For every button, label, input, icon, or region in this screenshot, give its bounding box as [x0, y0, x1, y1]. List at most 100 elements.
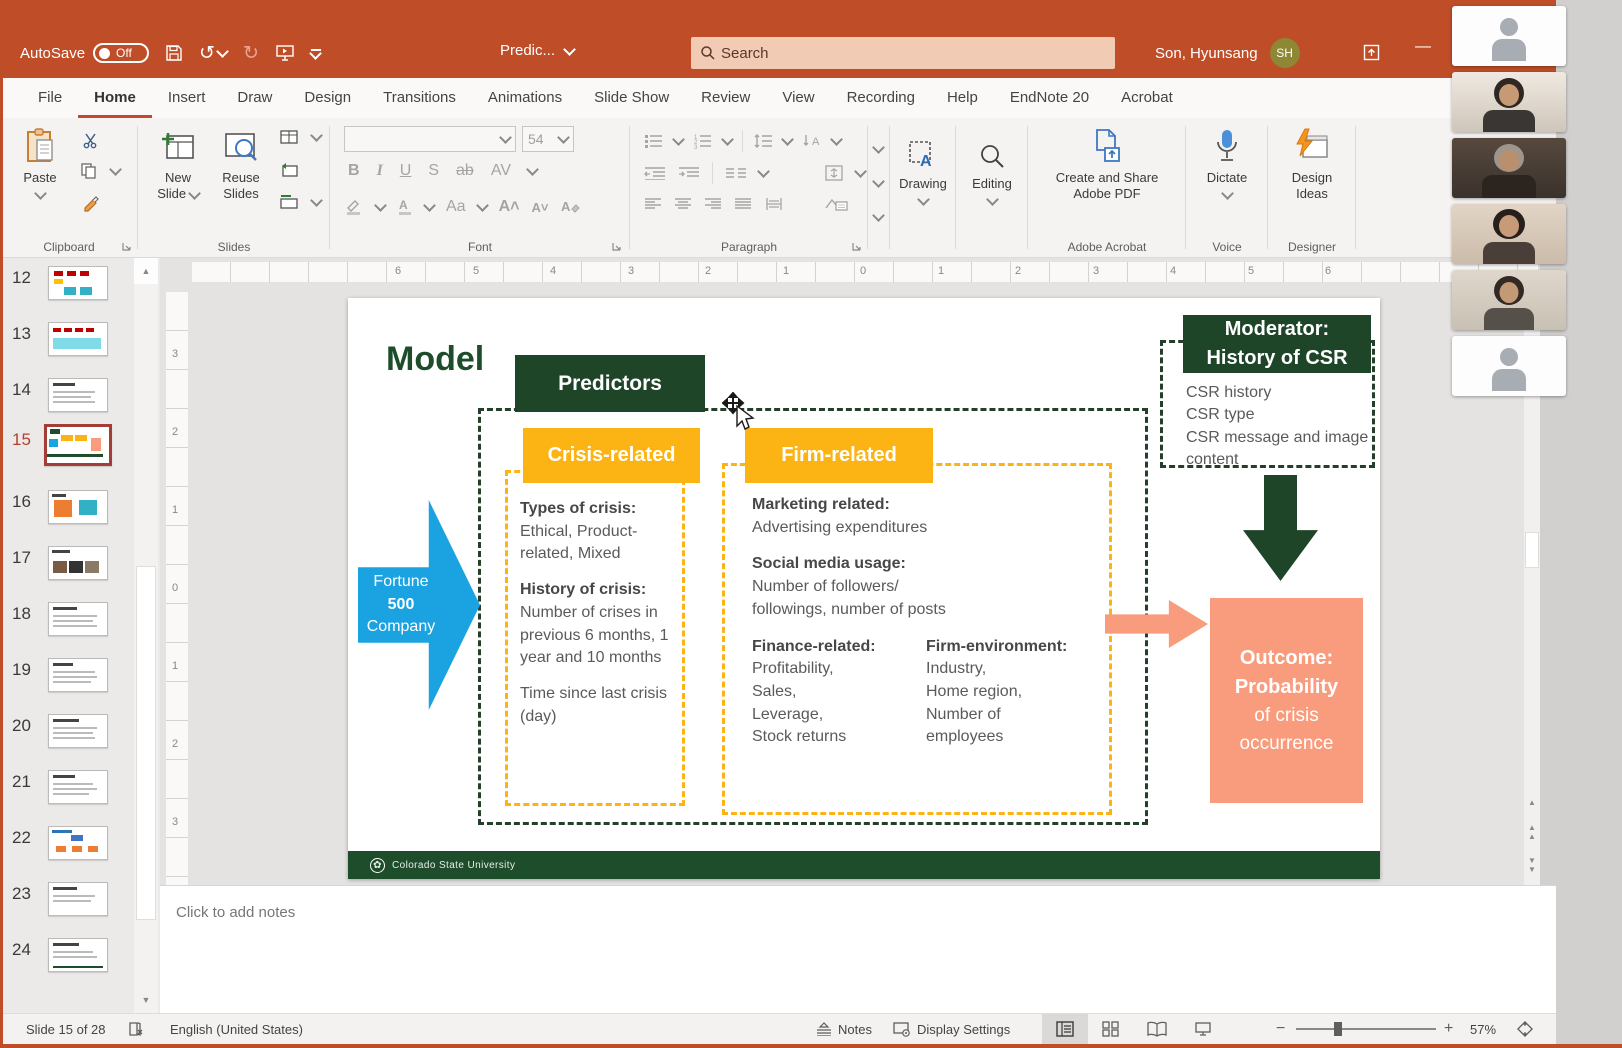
- zoom-slider[interactable]: [1296, 1014, 1436, 1044]
- italic-button[interactable]: I: [377, 162, 383, 180]
- avatar[interactable]: SH: [1270, 38, 1300, 68]
- slide-counter[interactable]: Slide 15 of 28: [26, 1014, 106, 1044]
- previous-slide-button[interactable]: ▲: [1524, 798, 1540, 807]
- distribute-columns-button[interactable]: [764, 196, 784, 212]
- slide-thumbnail[interactable]: [48, 602, 108, 636]
- scroll-down-button[interactable]: ▼: [134, 987, 158, 1013]
- participant-tile-video[interactable]: [1452, 270, 1566, 330]
- customize-qat-button[interactable]: [311, 49, 321, 58]
- bold-button[interactable]: B: [348, 162, 360, 180]
- language-status[interactable]: English (United States): [170, 1014, 303, 1044]
- tab-design[interactable]: Design: [288, 78, 367, 118]
- tab-draw[interactable]: Draw: [221, 78, 288, 118]
- canvas-scrollbar-thumb[interactable]: [1525, 532, 1539, 568]
- participant-tile-video[interactable]: [1452, 138, 1566, 198]
- slide-layout-button[interactable]: [280, 130, 321, 144]
- slide-thumbnail[interactable]: [48, 826, 108, 860]
- slide-thumbnail[interactable]: [48, 658, 108, 692]
- slide-15-canvas[interactable]: Model Predictors Crisis-related Types of…: [348, 298, 1380, 879]
- reset-slide-button[interactable]: [280, 162, 298, 178]
- tab-view[interactable]: View: [766, 78, 830, 118]
- display-settings-button[interactable]: Display Settings: [893, 1014, 1010, 1044]
- redo-button[interactable]: ↻: [243, 44, 259, 63]
- clear-formatting-button[interactable]: A: [560, 199, 580, 215]
- section-button[interactable]: [280, 194, 321, 209]
- line-spacing-button[interactable]: [753, 133, 773, 149]
- justify-button[interactable]: [734, 197, 752, 211]
- zoom-in-button[interactable]: +: [1444, 1014, 1453, 1044]
- chevron-down-icon[interactable]: [872, 175, 885, 188]
- double-chevron-up-icon[interactable]: ▲▲: [1524, 823, 1540, 841]
- zoom-out-button[interactable]: −: [1276, 1014, 1285, 1044]
- strikethrough-button[interactable]: ab: [456, 162, 474, 180]
- numbering-button[interactable]: 123: [693, 133, 713, 149]
- drawing-button[interactable]: A Drawing: [894, 132, 952, 209]
- minimize-button[interactable]: —: [1415, 38, 1431, 56]
- notes-pane[interactable]: Click to add notes: [160, 885, 1556, 1013]
- search-input[interactable]: Search: [691, 37, 1115, 69]
- save-button[interactable]: [165, 44, 183, 62]
- tab-slide-show[interactable]: Slide Show: [578, 78, 685, 118]
- font-color-button[interactable]: A: [397, 198, 413, 216]
- clipboard-dialog-launcher[interactable]: [122, 242, 132, 252]
- participant-tile-camera-off[interactable]: [1452, 336, 1566, 396]
- font-name-combo[interactable]: [344, 126, 516, 152]
- autosave-toggle[interactable]: AutoSave Off: [20, 43, 149, 63]
- align-center-button[interactable]: [674, 197, 692, 211]
- change-case-button[interactable]: Aa: [446, 198, 466, 216]
- slide-thumbnail[interactable]: [48, 546, 108, 580]
- crisis-header-box[interactable]: Crisis-related: [523, 428, 700, 483]
- thumbnail-scrollbar[interactable]: ▲ ▼: [134, 258, 158, 1013]
- slide-title[interactable]: Model: [386, 340, 484, 379]
- account-area[interactable]: Son, Hyunsang SH: [1155, 38, 1300, 68]
- align-right-button[interactable]: [704, 197, 722, 211]
- zoom-slider-thumb[interactable]: [1334, 1022, 1342, 1036]
- chevron-down-icon[interactable]: [872, 209, 885, 222]
- tab-file[interactable]: File: [22, 78, 78, 118]
- slide-thumbnail[interactable]: [48, 938, 108, 972]
- participant-tile-video[interactable]: [1452, 204, 1566, 264]
- slideshow-view-button[interactable]: [1180, 1014, 1226, 1044]
- bullets-button[interactable]: [644, 133, 664, 149]
- zoom-level[interactable]: 57%: [1470, 1014, 1496, 1044]
- slide-thumbnail[interactable]: [48, 266, 108, 300]
- tab-home[interactable]: Home: [78, 78, 152, 118]
- slide-thumbnail[interactable]: [48, 882, 108, 916]
- reading-view-button[interactable]: [1134, 1014, 1180, 1044]
- tab-endnote[interactable]: EndNote 20: [994, 78, 1105, 118]
- shadow-button[interactable]: S: [428, 162, 439, 180]
- chevron-down-icon[interactable]: [872, 141, 885, 154]
- editing-button[interactable]: Editing: [963, 132, 1021, 209]
- align-text-button[interactable]: [824, 164, 844, 182]
- decrease-indent-button[interactable]: [644, 166, 666, 180]
- firm-header-box[interactable]: Firm-related: [745, 428, 933, 483]
- highlight-button[interactable]: [344, 198, 364, 216]
- next-slide-button[interactable]: ▼▼: [1524, 856, 1540, 874]
- tab-help[interactable]: Help: [931, 78, 994, 118]
- notes-placeholder[interactable]: Click to add notes: [176, 904, 295, 921]
- slide-sorter-view-button[interactable]: [1088, 1014, 1134, 1044]
- scrollbar-thumb[interactable]: [136, 566, 156, 920]
- slide-thumbnail[interactable]: [48, 378, 108, 412]
- predictors-header-box[interactable]: Predictors: [515, 355, 705, 412]
- fortune-500-arrow[interactable]: Fortune 500 Company: [358, 500, 480, 710]
- tab-insert[interactable]: Insert: [152, 78, 222, 118]
- undo-button[interactable]: ↺: [199, 44, 227, 63]
- font-dialog-launcher[interactable]: [612, 242, 622, 252]
- moderator-down-arrow[interactable]: [1243, 475, 1318, 581]
- moderator-items[interactable]: CSR history CSR type CSR message and ima…: [1186, 382, 1382, 472]
- spell-check-button[interactable]: [128, 1014, 144, 1044]
- paste-button[interactable]: Paste: [14, 126, 66, 203]
- participant-tile-video[interactable]: [1452, 72, 1566, 132]
- firm-text-block[interactable]: Marketing related: Advertising expenditu…: [752, 494, 1094, 749]
- increase-indent-button[interactable]: [678, 166, 700, 180]
- tab-animations[interactable]: Animations: [472, 78, 578, 118]
- slide-thumbnail[interactable]: [48, 322, 108, 356]
- crisis-text-block[interactable]: Types of crisis: Ethical, Product-relate…: [520, 498, 672, 728]
- document-title[interactable]: Predic...: [500, 42, 574, 59]
- underline-button[interactable]: U: [400, 162, 412, 180]
- start-slideshow-button[interactable]: [275, 44, 295, 62]
- tab-review[interactable]: Review: [685, 78, 766, 118]
- slide-thumbnail[interactable]: [48, 770, 108, 804]
- ribbon-display-options-button[interactable]: [1363, 44, 1380, 61]
